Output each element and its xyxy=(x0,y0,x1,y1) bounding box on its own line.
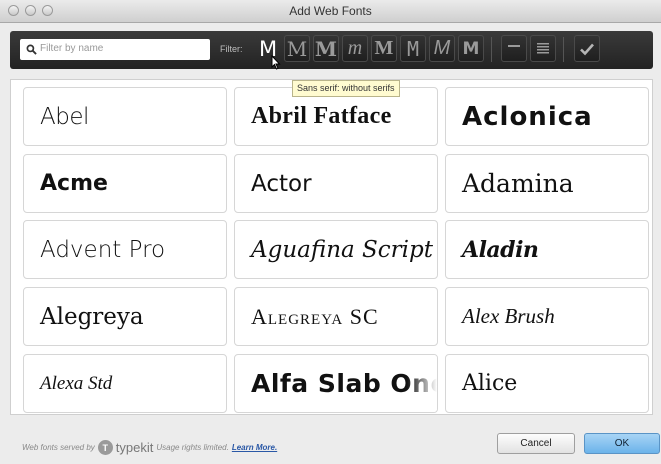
font-name: Acme xyxy=(40,171,108,196)
filter-toolbar: Filter by name Filter: M M M m M M M M xyxy=(10,31,653,69)
usage-rights-text: Usage rights limited. xyxy=(156,443,229,452)
cancel-button[interactable]: Cancel xyxy=(497,433,575,454)
single-line-icon xyxy=(508,44,520,47)
font-name: Alex Brush xyxy=(462,304,555,328)
window-title: Add Web Fonts xyxy=(289,4,372,18)
search-input[interactable]: Filter by name xyxy=(20,39,210,60)
font-card[interactable]: Aladin xyxy=(445,220,649,279)
font-name: Advent Pro xyxy=(40,236,166,263)
filter-monospace-button[interactable]: M xyxy=(400,35,426,62)
text-fade xyxy=(407,355,437,412)
font-card[interactable]: Advent Pro xyxy=(23,220,227,279)
paragraph-icon xyxy=(537,42,549,53)
typekit-credit: Web fonts served by T typekit Usage righ… xyxy=(22,440,277,455)
font-card[interactable]: Abel xyxy=(23,87,227,146)
font-card[interactable]: Alegreya SC xyxy=(234,287,438,346)
font-name: Aladin xyxy=(462,236,539,263)
search-placeholder: Filter by name xyxy=(40,43,104,54)
font-card[interactable]: Actor xyxy=(234,154,438,213)
typekit-logo-icon: T xyxy=(97,440,113,455)
mouse-cursor-icon xyxy=(271,55,281,70)
title-bar: Add Web Fonts xyxy=(0,0,661,23)
credit-prefix: Web fonts served by xyxy=(22,443,95,452)
filter-handmade-button[interactable]: M xyxy=(429,35,455,62)
toolbar-divider xyxy=(563,37,564,62)
show-selected-button[interactable] xyxy=(574,35,600,62)
filter-tooltip: Sans serif: without serifs xyxy=(292,80,400,97)
font-name: Actor xyxy=(251,170,312,197)
font-card[interactable]: Alfa Slab One xyxy=(234,354,438,413)
font-card[interactable]: Aclonica xyxy=(445,87,649,146)
search-icon xyxy=(26,44,37,55)
learn-more-link[interactable]: Learn More. xyxy=(232,443,277,452)
filter-slab-serif-button[interactable]: M xyxy=(313,35,339,62)
font-card[interactable]: Alegreya xyxy=(23,287,227,346)
font-name: Aclonica xyxy=(462,101,593,132)
font-card[interactable]: Alexa Std xyxy=(23,354,227,413)
paragraph-view-button[interactable] xyxy=(530,35,556,62)
font-name: Alegreya xyxy=(40,303,144,330)
single-line-view-button[interactable] xyxy=(501,35,527,62)
filter-script-button[interactable]: m xyxy=(342,35,368,62)
font-name: Abril Fatface xyxy=(251,103,392,129)
filter-label: Filter: xyxy=(220,44,243,54)
filter-serif-button[interactable]: M xyxy=(284,35,310,62)
dialog-footer: Web fonts served by T typekit Usage righ… xyxy=(0,420,661,464)
checkmark-icon xyxy=(580,43,594,55)
font-card[interactable]: Acme xyxy=(23,154,227,213)
font-name: Adamina xyxy=(462,169,574,198)
filter-blackletter-button[interactable]: M xyxy=(371,35,397,62)
typekit-wordmark: typekit xyxy=(115,440,154,455)
font-name: Abel xyxy=(40,103,89,130)
font-name: Aguafina Script xyxy=(251,236,433,263)
font-name: Alegreya SC xyxy=(251,303,379,329)
toolbar-divider xyxy=(491,37,492,62)
font-name: Alice xyxy=(462,371,518,396)
filter-decorative-button[interactable]: M xyxy=(458,35,484,62)
font-card[interactable]: Adamina xyxy=(445,154,649,213)
font-name: Alexa Std xyxy=(40,372,113,394)
font-card[interactable]: Aguafina Script xyxy=(234,220,438,279)
ok-button[interactable]: OK xyxy=(584,433,660,454)
font-card[interactable]: Alex Brush xyxy=(445,287,649,346)
font-grid: Abel Abril Fatface Aclonica Acme Actor A… xyxy=(10,79,653,415)
font-card[interactable]: Alice xyxy=(445,354,649,413)
